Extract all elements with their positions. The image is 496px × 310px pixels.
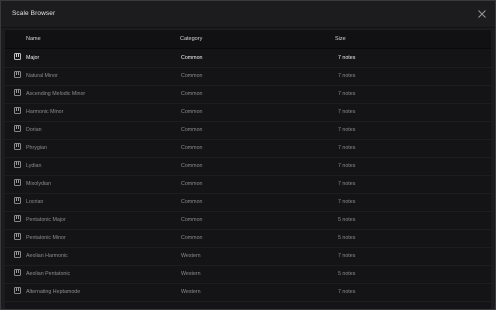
scale-name: Pentatonic Major (26, 217, 66, 223)
column-header-name[interactable]: Name (26, 36, 41, 42)
close-button[interactable] (477, 9, 487, 19)
scale-name: Pentatonic Minor (26, 235, 66, 241)
piano-keys-icon (14, 71, 21, 78)
scale-category: Western (181, 271, 201, 277)
close-icon (478, 10, 486, 18)
piano-keys-icon (14, 215, 21, 222)
scale-size: 5 notes (338, 271, 356, 277)
piano-keys-icon (14, 197, 21, 204)
piano-keys-icon (14, 287, 21, 294)
table-row[interactable]: Phrygian Common 7 notes (5, 139, 491, 158)
table-row[interactable]: Pentatonic Major Common 5 notes (5, 211, 491, 230)
scale-size: 7 notes (338, 145, 356, 151)
scale-size: 7 notes (338, 91, 356, 97)
scale-name: Major (26, 55, 40, 61)
table-row[interactable]: Locrian Common 7 notes (5, 193, 491, 212)
title-bar: Scale Browser (1, 1, 495, 28)
scale-category: Common (181, 127, 203, 133)
piano-keys-icon (14, 125, 21, 132)
scale-name: Alternating Heptamode (26, 289, 81, 295)
scale-category: Western (181, 253, 201, 259)
piano-keys-icon (14, 89, 21, 96)
scale-size: 5 notes (338, 235, 356, 241)
table-row[interactable]: Pentatonic Minor Common 5 notes (5, 229, 491, 248)
scale-size: 5 notes (338, 217, 356, 223)
table-row[interactable]: Natural Minor Common 7 notes (5, 67, 491, 86)
table-row[interactable]: Ascending Melodic Minor Common 7 notes (5, 85, 491, 104)
scale-category: Common (181, 181, 203, 187)
scale-name: Ascending Melodic Minor (26, 91, 86, 97)
scale-category: Common (181, 199, 203, 205)
scale-name: Harmonic Minor (26, 109, 64, 115)
table-row[interactable]: Major Common 7 notes (5, 49, 491, 68)
scale-size: 7 notes (338, 55, 356, 61)
scale-name: Aeolian Harmonic (26, 253, 68, 259)
scale-category: Common (181, 163, 203, 169)
table-header: Name Category Size (5, 30, 491, 49)
scale-name: Aeolian Pentatonic (26, 271, 71, 277)
scale-size: 7 notes (338, 199, 356, 205)
piano-keys-icon (14, 233, 21, 240)
table-row[interactable]: Lydian Common 7 notes (5, 157, 491, 176)
table-row[interactable]: Mixolydian Common 7 notes (5, 175, 491, 194)
scale-name: Locrian (26, 199, 44, 205)
table-row[interactable]: Alternating Heptamode Western 7 notes (5, 283, 491, 302)
piano-keys-icon (14, 107, 21, 114)
scale-category: Common (181, 217, 203, 223)
scale-size: 7 notes (338, 109, 356, 115)
scale-table: Name Category Size Major Common 7 notes Nat… (5, 30, 491, 309)
table-row[interactable]: Harmonic Minor Common 7 notes (5, 103, 491, 122)
column-header-size[interactable]: Size (335, 36, 346, 42)
scale-name: Lydian (26, 163, 42, 169)
scale-name: Mixolydian (26, 181, 52, 187)
scale-category: Common (181, 73, 203, 79)
dialog-title: Scale Browser (12, 10, 56, 17)
scale-category: Common (181, 55, 203, 61)
table-row[interactable]: Aeolian Harmonic Western 7 notes (5, 247, 491, 266)
scale-size: 7 notes (338, 289, 356, 295)
piano-keys-icon (14, 143, 21, 150)
scale-category: Common (181, 145, 203, 151)
column-header-category[interactable]: Category (180, 36, 202, 42)
scale-category: Western (181, 289, 201, 295)
piano-keys-icon (14, 53, 21, 60)
scale-size: 7 notes (338, 73, 356, 79)
scale-browser-dialog: Scale Browser Name Category Size Major Co… (0, 0, 496, 310)
piano-keys-icon (14, 161, 21, 168)
piano-keys-icon (14, 179, 21, 186)
table-row[interactable]: Aeolian Pentatonic Western 5 notes (5, 265, 491, 284)
table-body: Major Common 7 notes Natural Minor Common 7 n… (5, 49, 491, 309)
scale-size: 7 notes (338, 253, 356, 259)
scale-category: Common (181, 109, 203, 115)
table-row[interactable]: Dorian Common 7 notes (5, 121, 491, 140)
scale-category: Common (181, 91, 203, 97)
piano-keys-icon (14, 269, 21, 276)
scale-size: 7 notes (338, 127, 356, 133)
scale-name: Natural Minor (26, 73, 58, 79)
scale-name: Dorian (26, 127, 42, 133)
scale-size: 7 notes (338, 181, 356, 187)
scale-category: Common (181, 235, 203, 241)
scale-name: Phrygian (26, 145, 47, 151)
piano-keys-icon (14, 251, 21, 258)
scale-size: 7 notes (338, 163, 356, 169)
